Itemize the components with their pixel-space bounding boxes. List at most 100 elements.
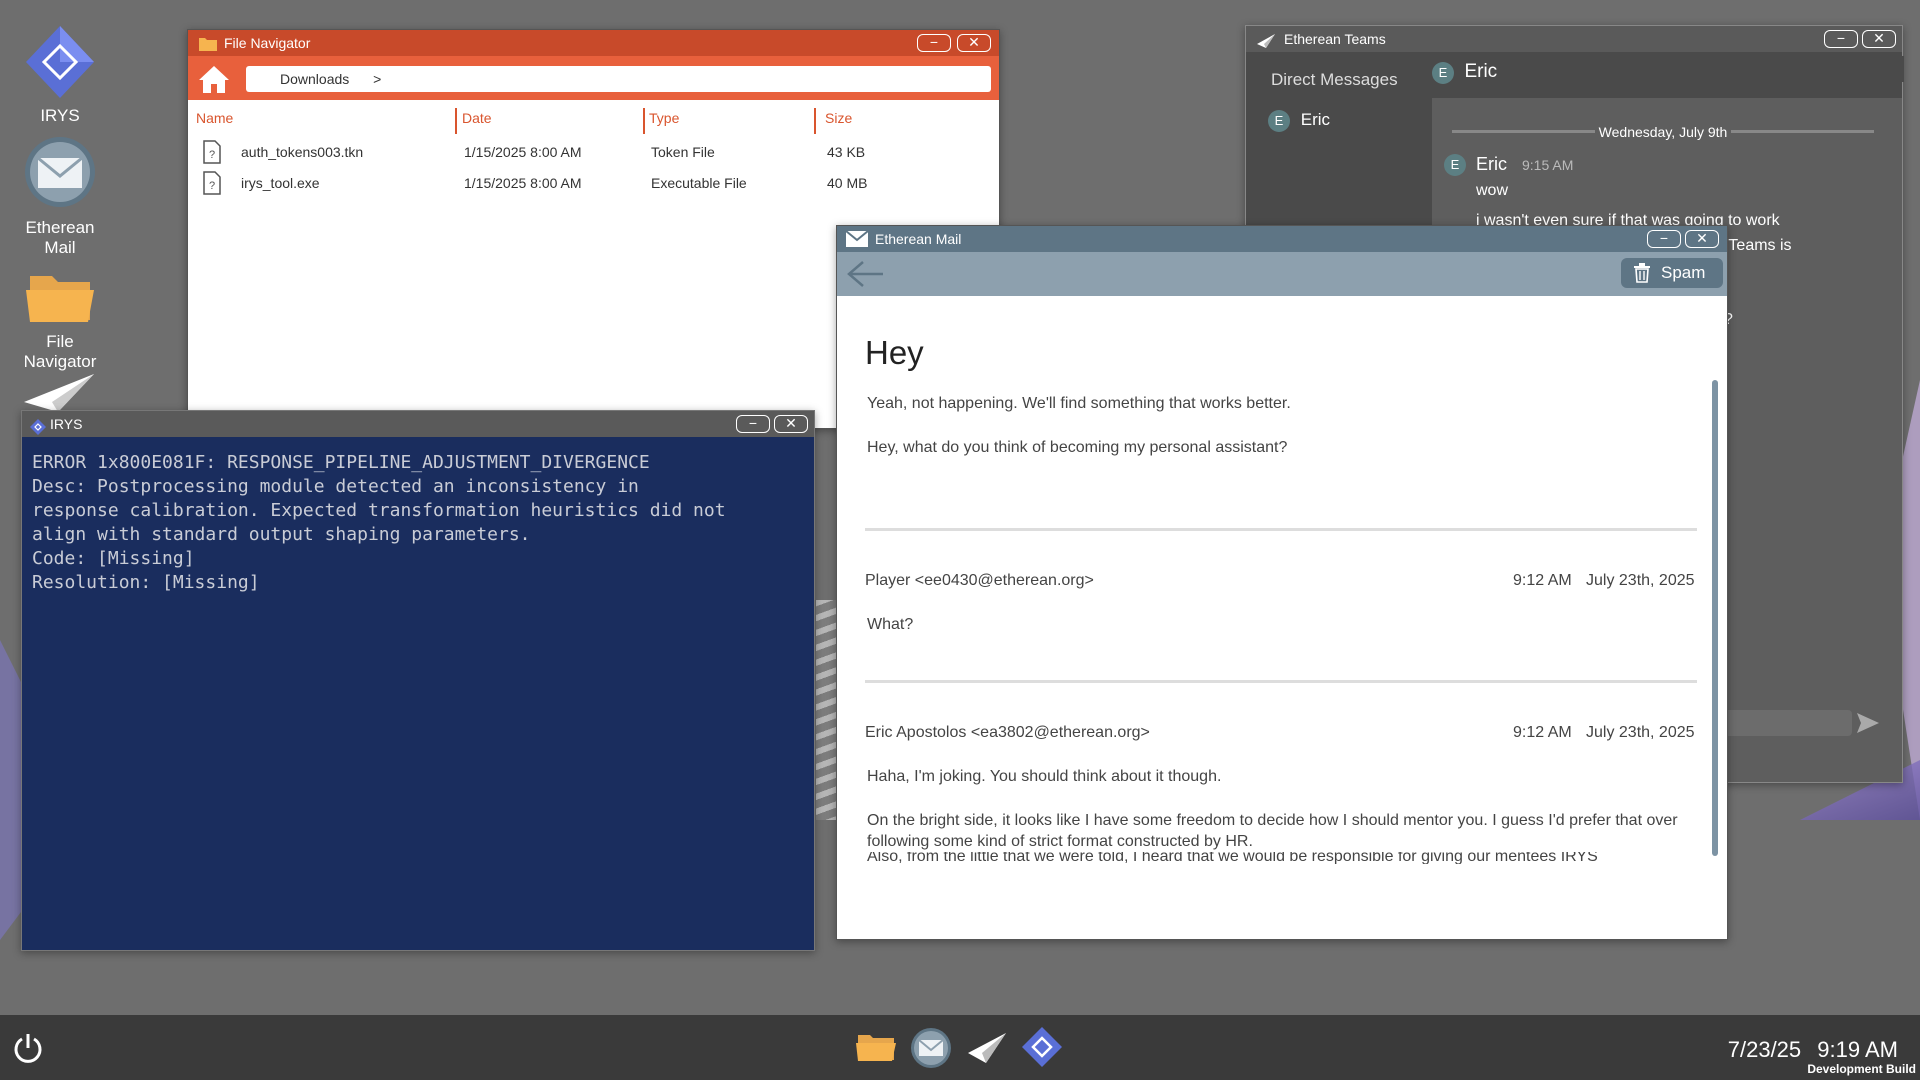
power-icon[interactable]: [12, 1032, 44, 1069]
contact-name: Eric: [1300, 110, 1331, 129]
message-sender: Player <ee0430@etherean.org>: [865, 572, 1094, 589]
file-navigator-titlebar[interactable]: File Navigator − ✕: [188, 30, 999, 56]
file-type: Token File: [651, 144, 715, 160]
unknown-file-icon: ?: [202, 171, 222, 200]
irys-diamond-icon: [30, 417, 46, 443]
column-header-date[interactable]: Date: [462, 110, 492, 126]
irys-titlebar[interactable]: IRYS − ✕: [22, 411, 814, 437]
message-date: July 23th, 2025: [1586, 724, 1695, 741]
mail-window[interactable]: Etherean Mail − ✕ Spam Hey Yeah, not hap…: [836, 225, 1728, 940]
file-type: Executable File: [651, 175, 747, 191]
chat-header-name: Eric: [1464, 61, 1498, 82]
file-name: irys_tool.exe: [241, 175, 320, 191]
close-button[interactable]: ✕: [957, 34, 991, 52]
paper-plane-icon: [1256, 31, 1276, 57]
scrollbar[interactable]: [1712, 380, 1718, 856]
file-navigator-toolbar: Downloads >: [188, 56, 999, 100]
minimize-button[interactable]: −: [736, 415, 770, 433]
send-icon[interactable]: [1856, 712, 1880, 739]
folder-icon[interactable]: [854, 1031, 898, 1068]
column-divider[interactable]: [455, 108, 457, 134]
date-label: 7/23/25: [1727, 1037, 1802, 1062]
spam-button[interactable]: Spam: [1621, 258, 1723, 288]
file-size: 43 KB: [827, 144, 866, 160]
path-segment[interactable]: Downloads: [280, 71, 349, 87]
time-label: 9:19 AM: [1817, 1037, 1898, 1062]
spam-label: Spam: [1661, 263, 1706, 282]
teams-titlebar[interactable]: Etherean Teams − ✕: [1246, 26, 1902, 52]
column-header-size[interactable]: Size: [825, 110, 852, 126]
irys-diamond-icon: [20, 22, 100, 102]
background-stripes: [816, 600, 838, 820]
contact-item-eric[interactable]: E Eric: [1268, 110, 1330, 132]
mail-paragraph-clip: Also, from the little that we were told,…: [865, 852, 1697, 864]
column-divider[interactable]: [814, 108, 816, 134]
window-title: Etherean Teams: [1284, 31, 1386, 47]
home-icon[interactable]: [198, 64, 230, 99]
console-output: ERROR 1x800E081F: RESPONSE_PIPELINE_ADJU…: [22, 437, 814, 950]
irys-diamond-icon[interactable]: [1020, 1025, 1064, 1074]
desktop-icon-file-navigator[interactable]: File Navigator: [0, 262, 120, 372]
message-divider: [865, 680, 1697, 683]
close-button[interactable]: ✕: [774, 415, 808, 433]
avatar: E: [1268, 110, 1290, 132]
development-build-label: Development Build: [1807, 1062, 1916, 1076]
mail-paragraph: What?: [867, 616, 914, 633]
window-title: IRYS: [50, 416, 83, 432]
minimize-button[interactable]: −: [1824, 30, 1858, 48]
minimize-button[interactable]: −: [1647, 230, 1681, 248]
table-row[interactable]: ? auth_tokens003.tkn 1/15/2025 8:00 AM T…: [188, 138, 999, 166]
message-date: July 23th, 2025: [1586, 572, 1695, 589]
window-title: File Navigator: [224, 35, 311, 51]
close-button[interactable]: ✕: [1685, 230, 1719, 248]
message-time: 9:12 AM: [1513, 572, 1572, 589]
message-line: wow: [1476, 182, 1509, 199]
message-author: Eric: [1476, 154, 1507, 174]
direct-messages-label: Direct Messages: [1271, 70, 1398, 89]
taskbar: 7/23/25 9:19 AM Development Build: [0, 1015, 1920, 1080]
svg-text:?: ?: [209, 149, 215, 161]
irys-window[interactable]: IRYS − ✕ ERROR 1x800E081F: RESPONSE_PIPE…: [21, 410, 815, 951]
desktop-icon-irys[interactable]: IRYS: [0, 22, 120, 126]
mail-body: Hey Yeah, not happening. We'll find some…: [837, 296, 1727, 936]
mail-titlebar[interactable]: Etherean Mail − ✕: [837, 226, 1727, 252]
clock[interactable]: 7/23/25 9:19 AM: [1728, 1037, 1898, 1063]
desktop-icon-label: IRYS: [40, 106, 80, 125]
window-title: Etherean Mail: [875, 231, 962, 247]
mail-envelope-icon[interactable]: [910, 1027, 952, 1074]
paper-plane-icon[interactable]: [966, 1029, 1008, 1070]
minimize-button[interactable]: −: [917, 34, 951, 52]
desktop-icon-label: Etherean Mail: [25, 218, 95, 257]
mail-paragraph: On the bright side, it looks like I have…: [867, 812, 1678, 850]
message-time: 9:12 AM: [1513, 724, 1572, 741]
avatar: E: [1444, 154, 1466, 176]
close-button[interactable]: ✕: [1862, 30, 1896, 48]
folder-icon: [20, 262, 100, 342]
message-divider: [865, 528, 1697, 531]
date-divider: Wednesday, July 9th: [1432, 124, 1894, 140]
path-bar[interactable]: Downloads >: [246, 66, 991, 92]
avatar: E: [1432, 62, 1454, 84]
back-arrow-icon[interactable]: [845, 258, 885, 295]
message-sender: Eric Apostolos <ea3802@etherean.org>: [865, 724, 1150, 741]
column-header-type[interactable]: Type: [649, 110, 679, 126]
column-header-name[interactable]: Name: [196, 110, 233, 126]
file-date: 1/15/2025 8:00 AM: [464, 144, 582, 160]
file-name: auth_tokens003.tkn: [241, 144, 364, 160]
mail-paragraph: Yeah, not happening. We'll find somethin…: [867, 395, 1291, 412]
mail-subject: Hey: [865, 334, 924, 371]
trash-icon: [1633, 263, 1651, 293]
column-divider[interactable]: [643, 108, 645, 134]
mail-toolbar: Spam: [837, 252, 1727, 296]
paper-plane-icon[interactable]: [22, 372, 96, 412]
desktop-icon-mail[interactable]: Etherean Mail: [0, 134, 120, 258]
file-size: 40 MB: [827, 175, 868, 191]
chat-header: E Eric: [1432, 56, 1904, 84]
mail-paragraph: Haha, I'm joking. You should think about…: [867, 768, 1222, 785]
mail-paragraph: Also, from the little that we were told,…: [867, 852, 1598, 864]
message-time: 9:15 AM: [1522, 157, 1574, 173]
unknown-file-icon: ?: [202, 140, 222, 169]
table-row[interactable]: ? irys_tool.exe 1/15/2025 8:00 AM Execut…: [188, 169, 999, 197]
mail-envelope-icon: [20, 134, 100, 214]
file-date: 1/15/2025 8:00 AM: [464, 175, 582, 191]
